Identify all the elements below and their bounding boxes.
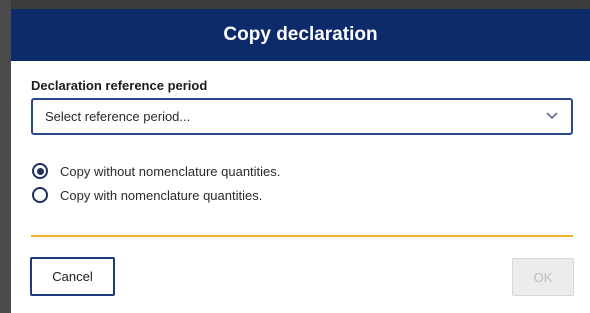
divider (31, 235, 573, 237)
option-copy-with-quantities[interactable]: Copy with nomenclature quantities. (32, 187, 262, 203)
radio-dot (36, 167, 44, 175)
reference-period-label: Declaration reference period (31, 78, 208, 93)
radio-button-selected[interactable] (32, 163, 48, 179)
chevron-down-icon (546, 112, 558, 120)
cancel-button[interactable]: Cancel (30, 257, 115, 296)
reference-period-select[interactable]: Select reference period... (31, 98, 573, 135)
copy-declaration-dialog: Copy declaration Declaration reference p… (11, 9, 590, 313)
option-label: Copy with nomenclature quantities. (60, 187, 263, 203)
background-window-edge (0, 0, 11, 313)
ok-button[interactable]: OK (512, 258, 574, 296)
radio-button[interactable] (32, 187, 48, 203)
option-copy-without-quantities[interactable]: Copy without nomenclature quantities. (32, 163, 280, 179)
select-placeholder: Select reference period... (45, 109, 191, 124)
dialog-title: Copy declaration (11, 9, 590, 61)
option-label: Copy without nomenclature quantities. (60, 163, 281, 179)
